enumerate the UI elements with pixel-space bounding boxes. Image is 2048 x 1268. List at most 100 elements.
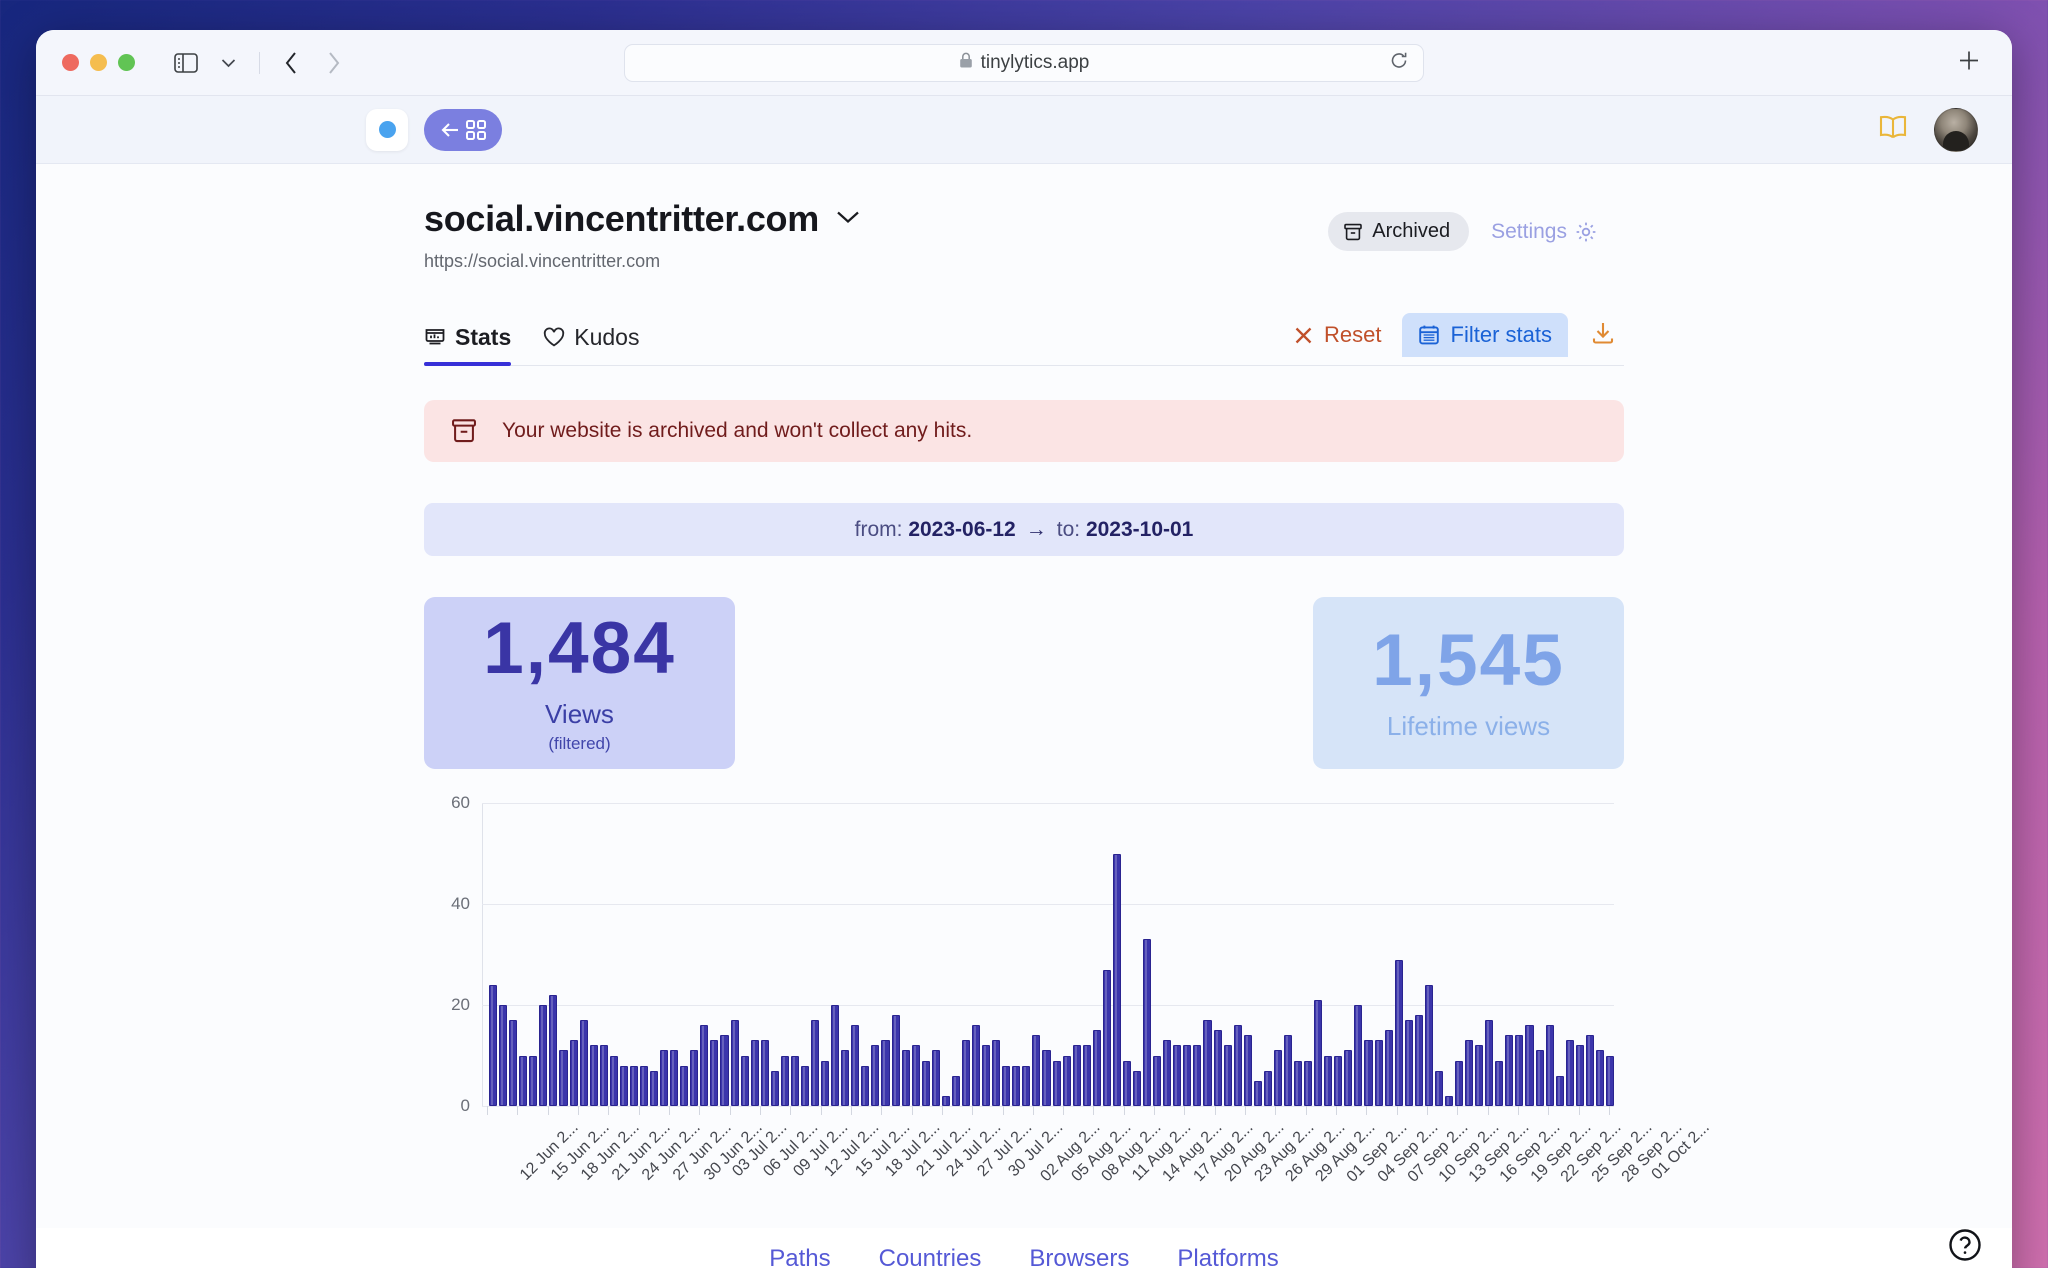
chart-bar[interactable] — [1475, 1045, 1484, 1106]
close-window-button[interactable] — [62, 54, 79, 71]
chart-bar[interactable] — [1243, 1035, 1252, 1106]
filter-stats-button[interactable]: Filter stats — [1401, 313, 1568, 357]
chart-bar[interactable] — [1414, 1015, 1423, 1106]
back-button[interactable] — [274, 47, 308, 79]
chart-bar[interactable] — [941, 1095, 950, 1106]
chart-bar[interactable] — [1384, 1030, 1393, 1106]
chart-bar[interactable] — [1404, 1020, 1413, 1106]
chart-bar[interactable] — [1153, 1055, 1162, 1106]
chart-bar[interactable] — [1062, 1055, 1071, 1106]
avatar[interactable] — [1934, 107, 1978, 152]
chart-bar[interactable] — [1133, 1070, 1142, 1106]
chart-bar[interactable] — [1263, 1070, 1272, 1106]
chart-bar[interactable] — [1465, 1040, 1474, 1106]
forward-button[interactable] — [316, 47, 350, 79]
chart-bar[interactable] — [1294, 1060, 1303, 1106]
chevron-down-icon[interactable] — [211, 47, 245, 79]
new-tab-button[interactable] — [1956, 47, 1982, 78]
chart-bar[interactable] — [931, 1050, 940, 1106]
chart-bar[interactable] — [1455, 1060, 1464, 1106]
chart-bar[interactable] — [730, 1020, 739, 1106]
chart-bar[interactable] — [921, 1060, 930, 1106]
chart-bar[interactable] — [750, 1040, 759, 1106]
chart-bar[interactable] — [1374, 1040, 1383, 1106]
chart-bar[interactable] — [609, 1055, 618, 1106]
nav-link-platforms[interactable]: Platforms — [1177, 1245, 1278, 1268]
chart-bar[interactable] — [1324, 1055, 1333, 1106]
chart-bar[interactable] — [519, 1055, 528, 1106]
chart-bar[interactable] — [1354, 1005, 1363, 1106]
chart-bar[interactable] — [1002, 1065, 1011, 1106]
chart-bar[interactable] — [619, 1065, 628, 1106]
chart-bar[interactable] — [1495, 1060, 1504, 1106]
chart-bar[interactable] — [680, 1065, 689, 1106]
chart-bar[interactable] — [720, 1035, 729, 1106]
book-icon[interactable] — [1878, 114, 1908, 145]
chart-bar[interactable] — [1444, 1095, 1453, 1106]
chart-bar[interactable] — [961, 1040, 970, 1106]
chart-bar[interactable] — [760, 1040, 769, 1106]
chart-bar[interactable] — [740, 1055, 749, 1106]
back-to-grid-button[interactable] — [424, 108, 502, 151]
chart-bar[interactable] — [660, 1050, 669, 1106]
chart-bar[interactable] — [1434, 1070, 1443, 1106]
chevron-down-icon[interactable] — [835, 209, 861, 230]
chart-bar[interactable] — [891, 1015, 900, 1106]
chart-bar[interactable] — [1223, 1045, 1232, 1106]
nav-link-countries[interactable]: Countries — [879, 1245, 982, 1268]
chart-bar[interactable] — [1595, 1050, 1604, 1106]
chart-bar[interactable] — [1052, 1060, 1061, 1106]
chart-bar[interactable] — [992, 1040, 1001, 1106]
tab-stats[interactable]: Stats — [424, 324, 512, 366]
chart-bar[interactable] — [1364, 1040, 1373, 1106]
chart-bar[interactable] — [951, 1075, 960, 1106]
chart-bar[interactable] — [780, 1055, 789, 1106]
chart-bar[interactable] — [559, 1050, 568, 1106]
chart-bar[interactable] — [599, 1045, 608, 1106]
chart-bar[interactable] — [1102, 969, 1111, 1106]
address-bar[interactable]: tinylytics.app — [624, 43, 1424, 82]
chart-bar[interactable] — [1424, 984, 1433, 1106]
chart-bar[interactable] — [1304, 1060, 1313, 1106]
chart-bar[interactable] — [1485, 1020, 1494, 1106]
chart-bar[interactable] — [972, 1025, 981, 1106]
chart-bar[interactable] — [821, 1060, 830, 1106]
chart-bar[interactable] — [1213, 1030, 1222, 1106]
chart-bar[interactable] — [539, 1005, 548, 1106]
chart-bar[interactable] — [700, 1025, 709, 1106]
help-button[interactable] — [1942, 1222, 1988, 1268]
chart-bar[interactable] — [1585, 1035, 1594, 1106]
reset-button[interactable]: Reset — [1281, 316, 1393, 354]
chart-bar[interactable] — [811, 1020, 820, 1106]
chart-bar[interactable] — [529, 1055, 538, 1106]
chart-bar[interactable] — [509, 1020, 518, 1106]
chart-bar[interactable] — [881, 1040, 890, 1106]
chart-bar[interactable] — [1394, 959, 1403, 1106]
minimize-window-button[interactable] — [90, 54, 107, 71]
chart-bar[interactable] — [549, 994, 558, 1106]
chart-bar[interactable] — [831, 1005, 840, 1106]
chart-bar[interactable] — [1092, 1030, 1101, 1106]
chart-bar[interactable] — [1515, 1035, 1524, 1106]
chart-bar[interactable] — [1233, 1025, 1242, 1106]
chart-bar[interactable] — [1173, 1045, 1182, 1106]
chart-bar[interactable] — [770, 1070, 779, 1106]
chart-bar[interactable] — [841, 1050, 850, 1106]
chart-bar[interactable] — [1183, 1045, 1192, 1106]
chart-bar[interactable] — [1575, 1045, 1584, 1106]
chart-bar[interactable] — [790, 1055, 799, 1106]
chart-bar[interactable] — [650, 1070, 659, 1106]
settings-link[interactable]: Settings — [1491, 220, 1597, 244]
chart-bar[interactable] — [1545, 1025, 1554, 1106]
chart-bar[interactable] — [1344, 1050, 1353, 1106]
nav-link-paths[interactable]: Paths — [769, 1245, 830, 1268]
chart-bar[interactable] — [1525, 1025, 1534, 1106]
maximize-window-button[interactable] — [118, 54, 135, 71]
nav-link-browsers[interactable]: Browsers — [1029, 1245, 1129, 1268]
chart-bar[interactable] — [569, 1040, 578, 1106]
chart-bar[interactable] — [1032, 1035, 1041, 1106]
sidebar-toggle-icon[interactable] — [169, 47, 203, 79]
chart-bar[interactable] — [1505, 1035, 1514, 1106]
chart-bar[interactable] — [1555, 1075, 1564, 1106]
chart-bar[interactable] — [1122, 1060, 1131, 1106]
